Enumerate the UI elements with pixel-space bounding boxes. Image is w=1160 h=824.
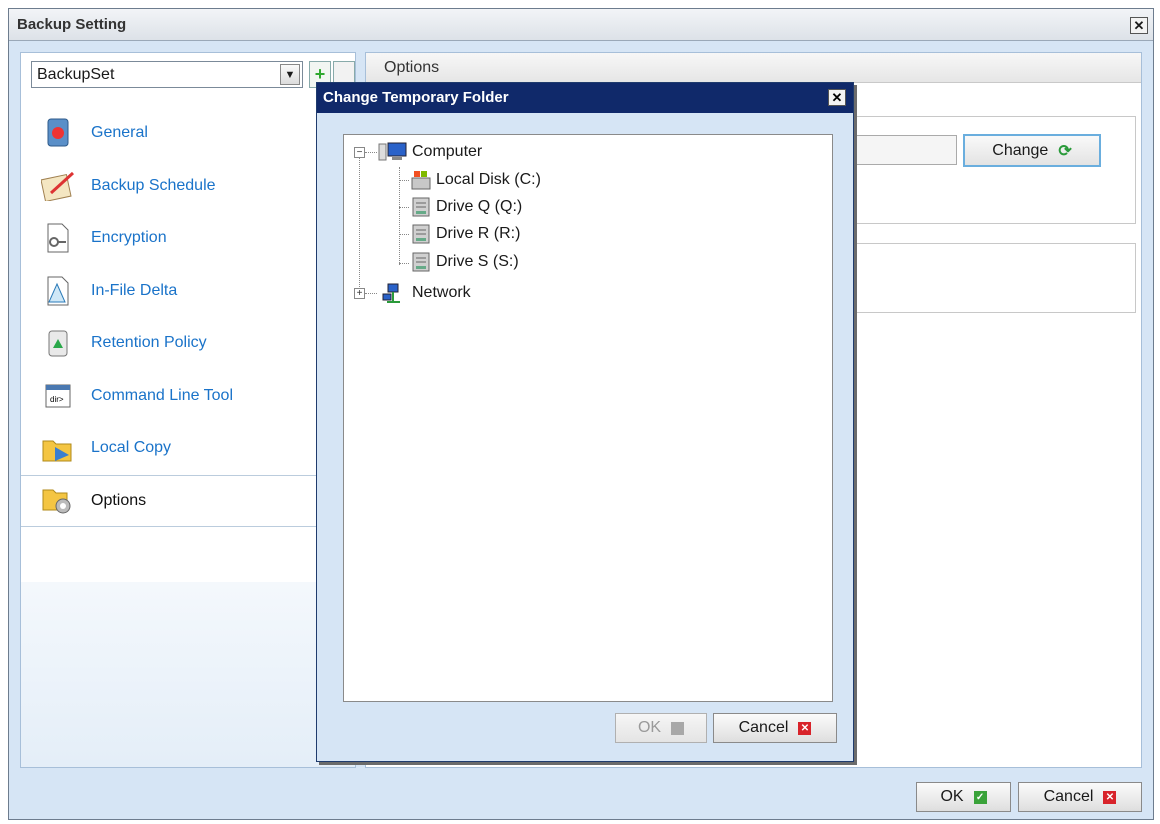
dialog-ok-label: OK (637, 719, 662, 736)
computer-icon (378, 142, 407, 161)
close-icon: ✕ (831, 90, 843, 105)
tree-node-label: Drive R (R:) (436, 225, 521, 242)
close-icon: ✕ (1103, 790, 1117, 804)
tree-connector (399, 180, 409, 181)
tree-node-drive[interactable]: Local Disk (C:) (410, 167, 541, 193)
sidebar-item-general[interactable]: General (21, 107, 355, 160)
change-button[interactable]: Change ⟳ (963, 134, 1101, 167)
expand-toggle[interactable]: + (354, 288, 365, 299)
tree-connector (359, 157, 360, 293)
sidebar-item-label: Command Line Tool (91, 386, 234, 404)
dialog-title: Change Temporary Folder (323, 89, 509, 106)
network-drive-icon (412, 224, 430, 244)
recycle-icon (41, 326, 75, 360)
sidebar-item-label: Options (91, 491, 147, 509)
sidebar-item-in-file-delta[interactable]: In-File Delta (21, 265, 355, 318)
svg-text:dir>: dir> (50, 395, 64, 404)
tree-connector (399, 167, 400, 265)
tree-connector (399, 207, 409, 208)
sidebar-nav: General Backup Schedule Encryption In-Fi… (21, 107, 355, 527)
tree-node-network[interactable]: Network (378, 280, 471, 306)
sidebar-item-label: In-File Delta (91, 281, 178, 299)
tree-node-drive[interactable]: Drive Q (Q:) (410, 194, 522, 220)
sidebar-item-label: Encryption (91, 229, 167, 247)
local-disk-icon (411, 171, 431, 190)
sidebar-item-local-copy[interactable]: Local Copy (21, 422, 355, 475)
delta-icon (41, 274, 75, 308)
tree-node-computer[interactable]: Computer (378, 139, 482, 165)
change-temporary-folder-dialog: Change Temporary Folder ✕ − Computer Loc… (316, 82, 854, 762)
cancel-button[interactable]: Cancel ✕ (1018, 782, 1142, 812)
options-header: Options (366, 53, 1141, 83)
sidebar: BackupSet ▼ + General Backup Schedule En… (20, 52, 356, 768)
window-titlebar: Backup Setting ✕ (9, 9, 1153, 41)
network-drive-icon (412, 197, 430, 217)
tree-connector (399, 263, 409, 264)
window-close-button[interactable]: ✕ (1130, 17, 1148, 34)
tree-connector (365, 293, 377, 294)
temporary-folder-field[interactable] (855, 135, 957, 165)
sidebar-item-label: Backup Schedule (91, 176, 216, 194)
sidebar-item-label: Retention Policy (91, 334, 207, 352)
sidebar-item-retention-policy[interactable]: Retention Policy (21, 317, 355, 370)
network-drive-icon (412, 252, 430, 272)
folder-tree: − Computer Local Disk (C:) Drive Q (Q:) … (343, 134, 833, 702)
sidebar-item-encryption[interactable]: Encryption (21, 212, 355, 265)
close-icon: ✕ (1133, 18, 1145, 33)
window-title: Backup Setting (17, 16, 127, 33)
sidebar-item-command-line-tool[interactable]: dir> Command Line Tool (21, 370, 355, 423)
ok-button[interactable]: OK ✓ (916, 782, 1011, 812)
ok-label: OK (940, 788, 964, 805)
tree-node-label: Network (412, 284, 471, 301)
tree-node-label: Drive S (S:) (436, 253, 519, 270)
options-icon (41, 484, 75, 518)
dialog-cancel-label: Cancel (738, 719, 789, 736)
close-icon: ✕ (798, 721, 812, 735)
change-label: Change (992, 141, 1049, 159)
cancel-label: Cancel (1043, 788, 1094, 805)
sidebar-item-options[interactable]: Options (21, 474, 355, 527)
check-icon (671, 721, 685, 735)
tree-node-label: Drive Q (Q:) (436, 198, 523, 215)
dialog-close-button[interactable]: ✕ (828, 89, 846, 106)
backupset-select[interactable]: BackupSet ▼ (31, 61, 303, 88)
sidebar-item-label: Local Copy (91, 439, 172, 457)
sidebar-item-backup-schedule[interactable]: Backup Schedule (21, 160, 355, 213)
encryption-icon (41, 221, 75, 255)
chevron-down-icon[interactable]: ▼ (280, 64, 300, 85)
backupset-value: BackupSet (37, 66, 115, 83)
local-copy-icon (41, 431, 75, 465)
tree-node-label: Local Disk (C:) (436, 171, 541, 188)
schedule-icon (41, 169, 75, 203)
cmd-icon: dir> (41, 379, 75, 413)
tree-node-label: Computer (412, 143, 483, 160)
tree-connector (399, 234, 409, 235)
general-icon (41, 116, 75, 150)
collapse-toggle[interactable]: − (354, 147, 365, 158)
refresh-icon: ⟳ (1058, 142, 1072, 160)
dialog-ok-button[interactable]: OK (615, 713, 707, 743)
dialog-cancel-button[interactable]: Cancel ✕ (713, 713, 837, 743)
sidebar-footer-strip (21, 582, 355, 767)
check-icon: ✓ (973, 790, 987, 804)
tree-connector (365, 152, 377, 153)
sidebar-item-label: General (91, 124, 148, 142)
tree-node-drive[interactable]: Drive R (R:) (410, 221, 520, 247)
tree-node-drive[interactable]: Drive S (S:) (410, 249, 519, 275)
network-icon (382, 283, 400, 303)
dialog-titlebar: Change Temporary Folder ✕ (317, 83, 853, 113)
